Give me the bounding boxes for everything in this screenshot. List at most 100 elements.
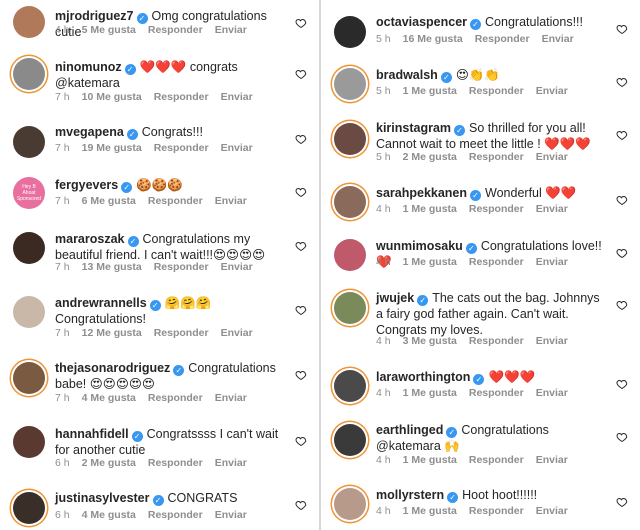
send-button[interactable]: Enviar [215, 195, 247, 207]
send-button[interactable]: Enviar [215, 24, 247, 36]
send-button[interactable]: Enviar [221, 261, 253, 273]
username-link[interactable]: bradwalsh [376, 68, 438, 82]
likes-count[interactable]: 1 Me gusta [403, 505, 457, 517]
send-button[interactable]: Enviar [536, 85, 568, 97]
likes-count[interactable]: 1 Me gusta [403, 203, 457, 215]
reply-button[interactable]: Responder [148, 392, 203, 404]
avatar[interactable] [13, 362, 45, 394]
send-button[interactable]: Enviar [536, 387, 568, 399]
avatar[interactable] [13, 296, 45, 328]
like-heart-icon[interactable] [295, 132, 307, 145]
likes-count[interactable]: 1 Me gusta [403, 256, 457, 268]
send-button[interactable]: Enviar [536, 335, 568, 347]
username-link[interactable]: justinasylvester [55, 491, 150, 505]
like-heart-icon[interactable] [295, 303, 307, 316]
send-button[interactable]: Enviar [215, 509, 247, 521]
avatar[interactable] [13, 6, 45, 38]
reply-button[interactable]: Responder [154, 91, 209, 103]
like-heart-icon[interactable] [295, 16, 307, 29]
reply-button[interactable]: Responder [148, 509, 203, 521]
avatar[interactable] [13, 58, 45, 90]
reply-button[interactable]: Responder [469, 505, 524, 517]
username-link[interactable]: mvegapena [55, 125, 124, 139]
likes-count[interactable]: 1 Me gusta [403, 454, 457, 466]
avatar[interactable]: Hey B Ahoat Sponsored [13, 177, 45, 209]
reply-button[interactable]: Responder [148, 24, 203, 36]
like-heart-icon[interactable] [616, 22, 628, 35]
reply-button[interactable]: Responder [469, 85, 524, 97]
reply-button[interactable]: Responder [469, 203, 524, 215]
avatar[interactable] [13, 492, 45, 524]
reply-button[interactable]: Responder [469, 335, 524, 347]
username-link[interactable]: thejasonarodriguez [55, 361, 170, 375]
username-link[interactable]: fergyevers [55, 178, 118, 192]
like-heart-icon[interactable] [295, 434, 307, 447]
username-link[interactable]: sarahpekkanen [376, 186, 467, 200]
avatar[interactable] [334, 186, 366, 218]
likes-count[interactable]: 1 Me gusta [403, 387, 457, 399]
send-button[interactable]: Enviar [536, 454, 568, 466]
send-button[interactable]: Enviar [221, 142, 253, 154]
username-link[interactable]: octaviaspencer [376, 15, 467, 29]
likes-count[interactable]: 6 Me gusta [82, 195, 136, 207]
username-link[interactable]: mararoszak [55, 232, 125, 246]
likes-count[interactable]: 2 Me gusta [403, 151, 457, 163]
username-link[interactable]: mollyrstern [376, 488, 444, 502]
reply-button[interactable]: Responder [469, 256, 524, 268]
like-heart-icon[interactable] [295, 498, 307, 511]
send-button[interactable]: Enviar [542, 33, 574, 45]
reply-button[interactable]: Responder [148, 195, 203, 207]
like-heart-icon[interactable] [295, 185, 307, 198]
avatar[interactable] [334, 370, 366, 402]
username-link[interactable]: laraworthington [376, 370, 470, 384]
like-heart-icon[interactable] [616, 75, 628, 88]
likes-count[interactable]: 2 Me gusta [82, 457, 136, 469]
likes-count[interactable]: 12 Me gusta [82, 327, 142, 339]
likes-count[interactable]: 19 Me gusta [82, 142, 142, 154]
send-button[interactable]: Enviar [215, 457, 247, 469]
send-button[interactable]: Enviar [536, 203, 568, 215]
likes-count[interactable]: 13 Me gusta [82, 261, 142, 273]
send-button[interactable]: Enviar [536, 505, 568, 517]
like-heart-icon[interactable] [616, 430, 628, 443]
like-heart-icon[interactable] [616, 246, 628, 259]
likes-count[interactable]: 4 Me gusta [82, 392, 136, 404]
like-heart-icon[interactable] [616, 298, 628, 311]
likes-count[interactable]: 3 Me gusta [403, 335, 457, 347]
likes-count[interactable]: 16 Me gusta [403, 33, 463, 45]
send-button[interactable]: Enviar [215, 392, 247, 404]
like-heart-icon[interactable] [616, 495, 628, 508]
send-button[interactable]: Enviar [536, 151, 568, 163]
avatar[interactable] [334, 16, 366, 48]
avatar[interactable] [334, 424, 366, 456]
reply-button[interactable]: Responder [469, 387, 524, 399]
username-link[interactable]: wunmimosaku [376, 239, 463, 253]
reply-button[interactable]: Responder [475, 33, 530, 45]
username-link[interactable]: ninomunoz [55, 60, 122, 74]
avatar[interactable] [13, 426, 45, 458]
likes-count[interactable]: 4 Me gusta [82, 509, 136, 521]
avatar[interactable] [334, 123, 366, 155]
send-button[interactable]: Enviar [221, 91, 253, 103]
username-link[interactable]: jwujek [376, 291, 414, 305]
likes-count[interactable]: 5 Me gusta [82, 24, 136, 36]
like-heart-icon[interactable] [295, 67, 307, 80]
avatar[interactable] [334, 239, 366, 271]
username-link[interactable]: mjrodriguez7 [55, 9, 134, 23]
avatar[interactable] [334, 292, 366, 324]
like-heart-icon[interactable] [295, 368, 307, 381]
avatar[interactable] [13, 232, 45, 264]
send-button[interactable]: Enviar [536, 256, 568, 268]
like-heart-icon[interactable] [616, 193, 628, 206]
username-link[interactable]: andrewrannells [55, 296, 147, 310]
reply-button[interactable]: Responder [148, 457, 203, 469]
avatar[interactable] [334, 488, 366, 520]
avatar[interactable] [13, 126, 45, 158]
reply-button[interactable]: Responder [154, 327, 209, 339]
reply-button[interactable]: Responder [469, 151, 524, 163]
username-link[interactable]: earthlinged [376, 423, 443, 437]
like-heart-icon[interactable] [616, 377, 628, 390]
reply-button[interactable]: Responder [154, 261, 209, 273]
likes-count[interactable]: 10 Me gusta [82, 91, 142, 103]
avatar[interactable] [334, 68, 366, 100]
